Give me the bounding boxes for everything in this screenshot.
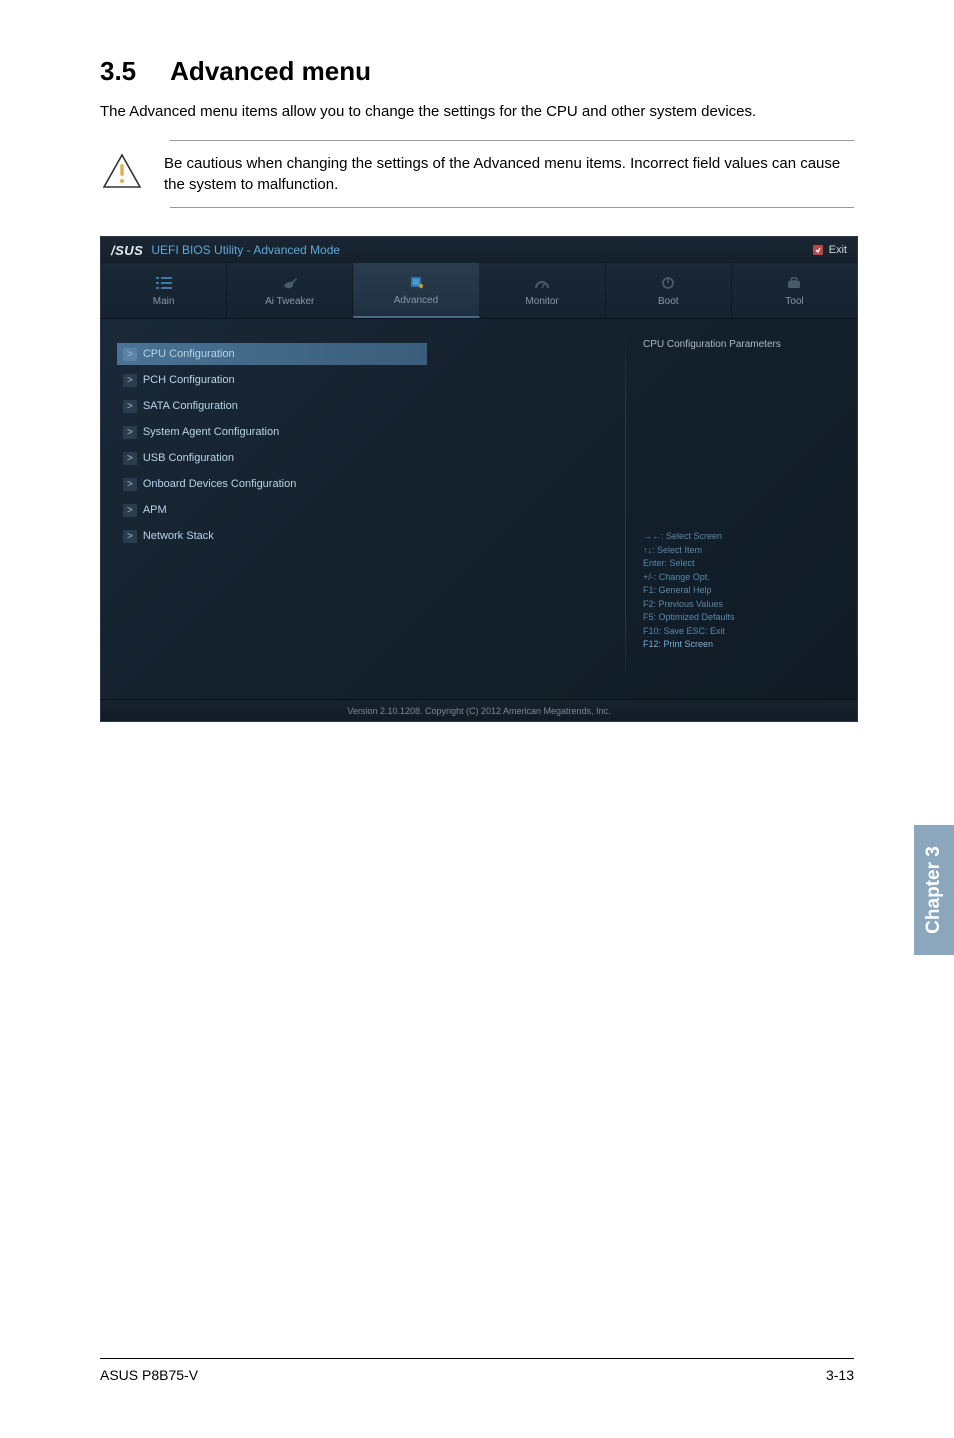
exit-label: Exit (829, 244, 847, 256)
tab-label: Main (153, 296, 175, 307)
tab-advanced[interactable]: Advanced (353, 263, 479, 318)
chevron-right-icon: > (123, 374, 137, 387)
tab-monitor[interactable]: Monitor (480, 263, 606, 318)
menu-label: System Agent Configuration (143, 426, 279, 438)
chapter-tab: Chapter 3 (914, 825, 954, 955)
bios-brand-logo: /SUS (111, 243, 143, 258)
help-line: →←: Select Screen (643, 530, 845, 544)
tab-boot[interactable]: Boot (606, 263, 732, 318)
bios-title: UEFI BIOS Utility - Advanced Mode (151, 243, 340, 257)
help-line: F10: Save ESC: Exit (643, 625, 845, 639)
footer-left: ASUS P8B75-V (100, 1367, 198, 1383)
menu-item-system-agent-configuration[interactable]: > System Agent Configuration (117, 421, 609, 443)
help-line: F1: General Help (643, 584, 845, 598)
menu-item-onboard-devices-configuration[interactable]: > Onboard Devices Configuration (117, 473, 609, 495)
bios-footer-text: Version 2.10.1208. Copyright (C) 2012 Am… (347, 706, 610, 716)
bios-footer: Version 2.10.1208. Copyright (C) 2012 Am… (101, 699, 857, 721)
help-line: F2: Previous Values (643, 598, 845, 612)
menu-label: Network Stack (143, 530, 214, 542)
tab-label: Boot (658, 296, 679, 307)
page-footer: ASUS P8B75-V 3-13 (100, 1358, 854, 1383)
menu-label: Onboard Devices Configuration (143, 478, 296, 490)
caution-block: Be cautious when changing the settings o… (170, 140, 854, 208)
chevron-right-icon: > (123, 348, 137, 361)
divider (625, 331, 626, 687)
menu-label: PCH Configuration (143, 374, 235, 386)
chevron-right-icon: > (123, 504, 137, 517)
menu-item-cpu-configuration[interactable]: > CPU Configuration (117, 343, 427, 365)
menu-label: SATA Configuration (143, 400, 238, 412)
chevron-right-icon: > (123, 478, 137, 491)
help-line: Enter: Select (643, 557, 845, 571)
help-line: F12: Print Screen (643, 638, 845, 652)
bios-window: /SUS UEFI BIOS Utility - Advanced Mode E… (100, 236, 858, 722)
menu-item-usb-configuration[interactable]: > USB Configuration (117, 447, 609, 469)
gauge-icon (534, 274, 550, 292)
menu-label: APM (143, 504, 167, 516)
tab-label: Ai Tweaker (265, 296, 314, 307)
bios-titlebar: /SUS UEFI BIOS Utility - Advanced Mode E… (101, 237, 857, 263)
chevron-right-icon: > (123, 452, 137, 465)
menu-item-pch-configuration[interactable]: > PCH Configuration (117, 369, 609, 391)
menu-item-apm[interactable]: > APM (117, 499, 609, 521)
menu-label: CPU Configuration (143, 348, 235, 360)
help-key-list: →←: Select Screen ↑↓: Select Item Enter:… (637, 530, 845, 652)
tab-main[interactable]: Main (101, 263, 227, 318)
list-icon (156, 274, 172, 292)
caution-icon (100, 153, 144, 189)
chevron-right-icon: > (123, 426, 137, 439)
section-title: Advanced menu (170, 56, 371, 86)
menu-item-sata-configuration[interactable]: > SATA Configuration (117, 395, 609, 417)
power-icon (661, 274, 675, 292)
bios-main: > CPU Configuration > PCH Configuration … (101, 319, 857, 699)
exit-icon (812, 244, 824, 256)
menu-item-network-stack[interactable]: > Network Stack (117, 525, 609, 547)
chevron-right-icon: > (123, 530, 137, 543)
wrench-icon (282, 274, 298, 292)
help-line: +/-: Change Opt. (643, 571, 845, 585)
section-number: 3.5 (100, 56, 136, 87)
bios-right-panel: CPU Configuration Parameters →←: Select … (625, 319, 857, 699)
help-line: ↑↓: Select Item (643, 544, 845, 558)
right-panel-heading: CPU Configuration Parameters (637, 339, 845, 350)
chapter-tab-label: Chapter 3 (923, 846, 945, 934)
exit-button[interactable]: Exit (812, 244, 847, 256)
tab-label: Tool (785, 296, 803, 307)
help-line: F5: Optimized Defaults (643, 611, 845, 625)
tab-label: Monitor (525, 296, 558, 307)
footer-right: 3-13 (826, 1367, 854, 1383)
chevron-right-icon: > (123, 400, 137, 413)
chip-icon (408, 273, 424, 291)
section-heading: 3.5 Advanced menu (100, 56, 854, 87)
tab-tool[interactable]: Tool (732, 263, 857, 318)
toolbox-icon (786, 274, 802, 292)
intro-paragraph: The Advanced menu items allow you to cha… (100, 101, 854, 122)
menu-label: USB Configuration (143, 452, 234, 464)
bios-left-panel: > CPU Configuration > PCH Configuration … (101, 319, 625, 699)
caution-text: Be cautious when changing the settings o… (164, 153, 854, 195)
bios-tabs: Main Ai Tweaker Advanced Monitor (101, 263, 857, 319)
tab-ai-tweaker[interactable]: Ai Tweaker (227, 263, 353, 318)
tab-label: Advanced (394, 295, 438, 306)
